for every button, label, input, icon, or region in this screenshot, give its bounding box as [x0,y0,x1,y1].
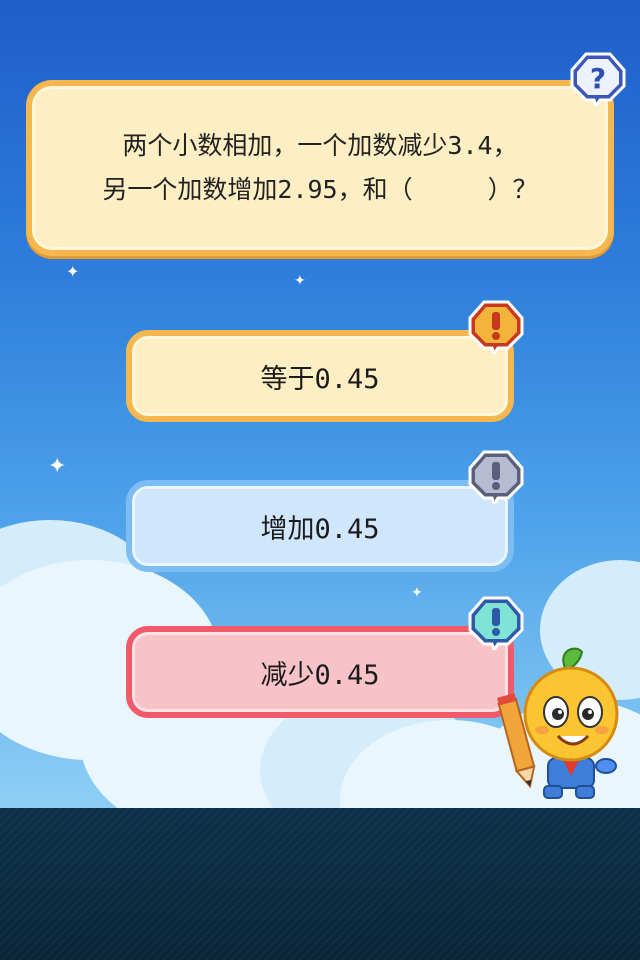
answer-option-2[interactable]: 增加0.45 [126,480,514,572]
sparkle-icon: ✦ [48,454,67,479]
answer-option-label: 减少0.45 [260,659,380,691]
answer-option-3[interactable]: 减少0.45 [126,626,514,718]
question-mark-icon: ? [570,52,626,106]
question-text: 两个小数相加，一个加数减少3.4， 另一个加数增加2.95，和（ ）？ [102,131,538,204]
answer-option-label: 等于0.45 [260,363,380,395]
exclamation-icon [468,300,524,354]
answer-option-label: 增加0.45 [260,513,380,545]
bottom-bar [0,808,640,960]
question-card: 两个小数相加，一个加数减少3.4， 另一个加数增加2.95，和（ ）？ [26,80,614,256]
sparkle-icon: ✦ [411,585,423,601]
svg-text:?: ? [590,62,606,95]
sparkle-icon: ✦ [66,262,80,281]
exclamation-icon [468,450,524,504]
orange-mascot-with-pencil-icon [497,647,619,799]
answer-option-1[interactable]: 等于0.45 [126,330,514,422]
sparkle-icon: ✦ [294,273,306,289]
